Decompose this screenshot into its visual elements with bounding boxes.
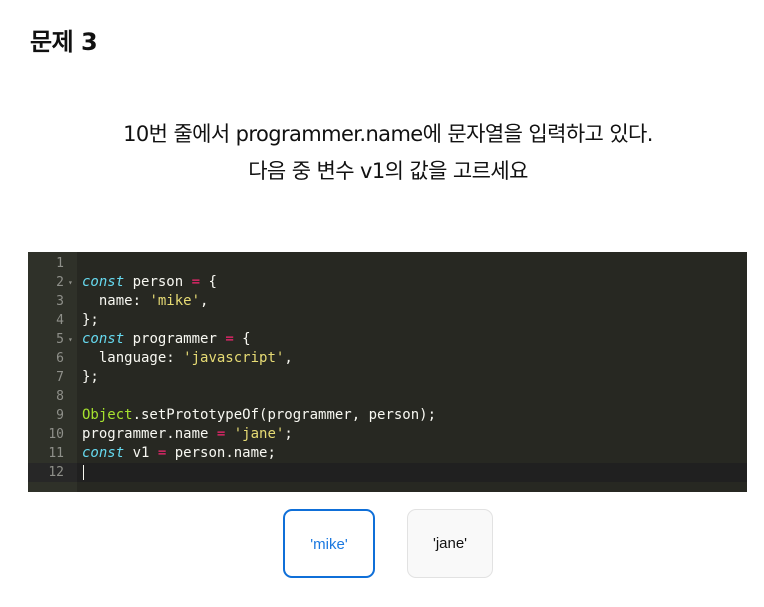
code-token: person.name; — [166, 445, 276, 461]
code-token: name: — [82, 293, 150, 309]
code-text: language: 'javascript', — [82, 349, 293, 368]
question-line-2: 다음 중 변수 v1의 값을 고르세요 — [248, 159, 528, 183]
question-text: 10번 줄에서 programmer.name에 문자열을 입력하고 있다. 다… — [0, 116, 764, 190]
line-number: 6 — [56, 351, 64, 366]
code-token: }; — [82, 369, 99, 385]
code-token: language: — [82, 350, 184, 366]
code-line[interactable]: 2 ▾ const person = { — [28, 273, 747, 292]
code-token: }; — [82, 312, 99, 328]
choice-button-jane[interactable]: 'jane' — [407, 509, 493, 578]
code-line[interactable]: 12 — [28, 463, 747, 482]
question-line-1: 10번 줄에서 programmer.name에 문자열을 입력하고 있다. — [123, 122, 653, 146]
code-token: v1 — [124, 445, 158, 461]
code-token: , — [284, 350, 293, 366]
fold-arrow-icon[interactable]: ▾ — [68, 273, 77, 292]
code-line[interactable]: 6 language: 'javascript', — [28, 349, 747, 368]
code-text: }; — [82, 368, 99, 387]
code-text: const person = { — [82, 273, 217, 292]
code-token: { — [200, 274, 217, 290]
code-token-str: 'mike' — [149, 293, 201, 309]
text-cursor — [83, 465, 84, 480]
code-token: programmer.name — [82, 426, 217, 442]
code-token-op: = — [191, 274, 201, 290]
code-text: const v1 = person.name; — [82, 444, 276, 463]
code-line[interactable]: 1 — [28, 254, 747, 273]
code-token-str: 'javascript' — [183, 350, 285, 366]
code-token: , — [200, 293, 209, 309]
fold-arrow-icon[interactable]: ▾ — [68, 330, 77, 349]
code-token-str: 'jane' — [233, 426, 285, 442]
code-line[interactable]: 4}; — [28, 311, 747, 330]
code-token: { — [233, 331, 251, 347]
line-number: 10 — [48, 427, 64, 442]
code-token: .setPrototypeOf(programmer, person); — [132, 407, 437, 423]
code-token-obj: Object — [82, 407, 133, 423]
code-text: Object.setPrototypeOf(programmer, person… — [82, 406, 436, 425]
page-title: 문제 3 — [30, 28, 98, 56]
code-line[interactable]: 7}; — [28, 368, 747, 387]
code-text: }; — [82, 311, 99, 330]
code-token-op: = — [225, 331, 234, 347]
line-number: 3 — [56, 294, 64, 309]
code-line[interactable]: 11 const v1 = person.name; — [28, 444, 747, 463]
code-text: programmer.name = 'jane'; — [82, 425, 293, 444]
line-number: 9 — [56, 408, 64, 423]
line-number: 8 — [56, 389, 64, 404]
code-token: person — [124, 274, 192, 290]
line-number: 7 — [56, 370, 64, 385]
code-line[interactable]: 3 name: 'mike', — [28, 292, 747, 311]
line-number: 12 — [28, 463, 77, 482]
code-line[interactable]: 8 — [28, 387, 747, 406]
code-text: name: 'mike', — [82, 292, 209, 311]
code-token: programmer — [124, 331, 226, 347]
line-number: 4 — [56, 313, 64, 328]
choice-button-mike[interactable]: 'mike' — [283, 509, 375, 578]
code-line[interactable]: 10 programmer.name = 'jane'; — [28, 425, 747, 444]
line-number: 1 — [56, 256, 64, 271]
code-line[interactable]: 5 ▾ const programmer = { — [28, 330, 747, 349]
code-line[interactable]: 9 Object.setPrototypeOf(programmer, perso… — [28, 406, 747, 425]
code-token-kw: const — [82, 445, 125, 461]
code-text: const programmer = { — [82, 330, 251, 349]
code-token: ; — [284, 426, 293, 442]
code-token-kw: const — [82, 331, 125, 347]
code-editor[interactable]: 1 2 ▾ const person = {3 name: 'mike', 4}; 5 ▾ c… — [28, 252, 747, 492]
code-token-kw: const — [82, 274, 125, 290]
line-number: 11 — [48, 446, 64, 461]
